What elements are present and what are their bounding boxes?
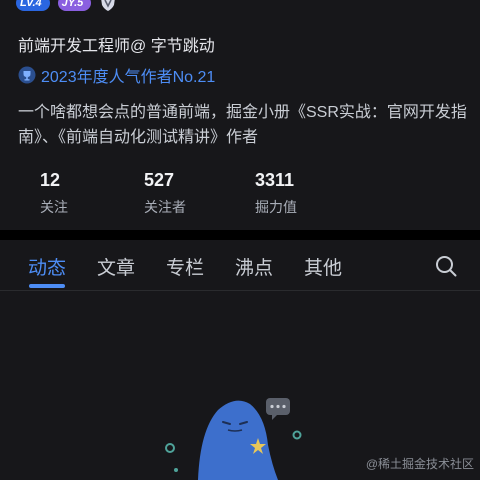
stat-following[interactable]: 12 关注 [40, 170, 68, 217]
stat-value: 12 [40, 170, 61, 190]
empty-state-illustration [165, 398, 302, 480]
profile-header: LV.4 JY.5 前端开发工程师@ 字节跳动 2023年度人气作者No.21 … [0, 0, 480, 230]
badge-row: LV.4 JY.5 [16, 0, 117, 12]
stat-label: 关注 [40, 199, 68, 215]
watermark: @稀土掘金技术社区 [365, 457, 474, 471]
stat-value: 3311 [255, 170, 295, 190]
search-icon[interactable] [434, 254, 458, 278]
tab-articles[interactable]: 文章 [97, 253, 135, 280]
level-badge[interactable]: LV.4 [16, 0, 50, 11]
profile-description: 一个啥都想会点的普通前端，掘金小册《SSR实战：官网开发指南》、《前端自动化测试… [18, 104, 467, 146]
stats-row: 12 关注 527 关注者 3311 掘力值 [0, 170, 480, 220]
shield-icon[interactable] [99, 0, 117, 12]
stat-power[interactable]: 3311 掘力值 [255, 170, 297, 217]
honor-badge[interactable]: 2023年度人气作者No.21 [18, 65, 216, 86]
level-badge-label: LV.4 [20, 0, 42, 9]
stat-label: 关注者 [144, 199, 186, 215]
stat-value: 527 [144, 170, 175, 190]
stat-followers[interactable]: 527 关注者 [144, 170, 186, 217]
stat-label: 掘力值 [255, 199, 297, 215]
honor-label: 2023年度人气作者No.21 [41, 69, 216, 86]
jy-badge-label: JY.5 [61, 0, 84, 9]
bio-title: 前端开发工程师@ 字节跳动 [18, 38, 215, 55]
active-tab-indicator [29, 284, 65, 288]
trophy-icon [18, 66, 36, 84]
tab-activity[interactable]: 动态 [28, 253, 66, 280]
tab-pins[interactable]: 沸点 [235, 253, 273, 280]
section-divider [0, 230, 480, 240]
jy-badge[interactable]: JY.5 [57, 0, 92, 11]
tab-bar: 动态 文章 专栏 沸点 其他 [0, 240, 480, 291]
tab-other[interactable]: 其他 [304, 253, 342, 280]
tab-columns[interactable]: 专栏 [166, 253, 204, 280]
content-panel: 动态 文章 专栏 沸点 其他 @稀土掘金技术社区 [0, 240, 480, 480]
